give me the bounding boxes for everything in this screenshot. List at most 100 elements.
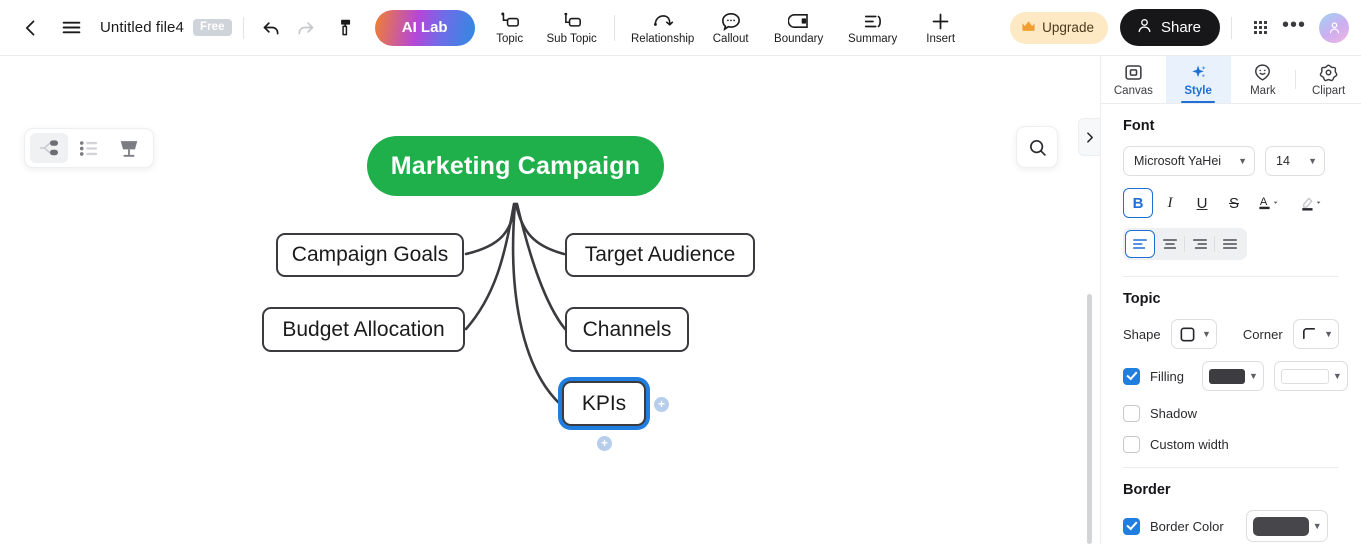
border-color-checkbox[interactable]	[1123, 517, 1140, 535]
svg-text:A: A	[1260, 196, 1268, 208]
border-section: Border Border Color ▼ Weight ▼	[1101, 468, 1361, 544]
italic-button[interactable]: I	[1155, 188, 1185, 218]
tool-relationship[interactable]: Relationship	[626, 6, 700, 52]
fill-color-select[interactable]: ▼	[1201, 361, 1264, 392]
text-align-group	[1123, 228, 1247, 261]
bold-button[interactable]: B	[1123, 188, 1153, 219]
strikethrough-button[interactable]: S	[1219, 188, 1249, 218]
file-title[interactable]: Untitled file4 Free	[100, 19, 232, 36]
sidebar-tabs: Canvas Style Mark Clipart	[1101, 56, 1361, 105]
bold-label: B	[1132, 194, 1144, 212]
tab-canvas-label: Canvas	[1113, 84, 1153, 97]
align-row	[1123, 228, 1339, 261]
format-painter-icon	[340, 19, 350, 35]
shadow-checkbox[interactable]	[1123, 405, 1140, 423]
tab-clipart[interactable]: Clipart	[1296, 56, 1361, 103]
font-format-row: B I U S A	[1123, 188, 1339, 219]
style-panel-body: Font Microsoft YaHei ▼ 14 ▼ B I U S A To…	[1101, 104, 1361, 544]
node-label: Budget Allocation	[282, 317, 445, 341]
tool-callout[interactable]: Callout	[700, 6, 762, 52]
font-color-icon: A	[1259, 196, 1278, 210]
view-mode-switcher	[24, 128, 154, 168]
tool-summary[interactable]: Summary	[836, 6, 910, 52]
tool-callout-label: Callout	[712, 33, 749, 46]
callout-icon	[721, 11, 741, 31]
fill-style-select[interactable]: ▼	[1273, 361, 1348, 392]
mindmap-node-root[interactable]: Marketing Campaign	[367, 136, 664, 196]
apps-button[interactable]	[1243, 11, 1277, 45]
border-color-select[interactable]: ▼	[1245, 510, 1328, 543]
font-size-value: 14	[1276, 154, 1290, 169]
topic-icon	[500, 11, 520, 31]
corner-select[interactable]: ▼	[1292, 319, 1339, 350]
align-left-button[interactable]	[1125, 230, 1155, 259]
mindmap-node-campaign-goals[interactable]: Campaign Goals	[276, 233, 464, 277]
shape-select[interactable]: ▼	[1170, 319, 1217, 350]
format-painter-button[interactable]	[329, 11, 363, 45]
underline-button[interactable]: U	[1187, 188, 1217, 218]
mindmap-node-kpis[interactable]: KPIs	[562, 381, 646, 426]
add-sibling-topic-button[interactable]	[654, 397, 669, 412]
search-button[interactable]	[1016, 126, 1058, 168]
align-right-button[interactable]	[1184, 230, 1215, 258]
font-size-select[interactable]: 14 ▼	[1265, 146, 1325, 177]
tool-sub-topic-label: Sub Topic	[546, 33, 597, 46]
panel-toggle-button[interactable]	[1078, 118, 1100, 156]
custom-width-checkbox[interactable]	[1123, 436, 1140, 454]
align-justify-button[interactable]	[1214, 230, 1245, 258]
presentation-icon	[120, 140, 138, 157]
mindmap-node-budget-allocation[interactable]: Budget Allocation	[262, 307, 465, 352]
tool-sub-topic[interactable]: Sub Topic	[541, 6, 603, 52]
menu-button[interactable]	[54, 11, 88, 45]
chevron-down-icon: ▼	[1238, 156, 1247, 167]
divider	[242, 16, 244, 39]
tab-mark[interactable]: Mark	[1231, 56, 1296, 103]
chevron-right-icon	[1087, 131, 1093, 143]
tab-style[interactable]: Style	[1165, 56, 1231, 104]
add-child-topic-button[interactable]	[597, 436, 612, 451]
chevron-down-icon: ▼	[1202, 329, 1211, 340]
highlight-color-button[interactable]	[1293, 188, 1333, 218]
mindmap-node-target-audience[interactable]: Target Audience	[565, 233, 755, 277]
avatar[interactable]	[1319, 12, 1349, 43]
boundary-icon	[787, 11, 810, 31]
view-mode-mindmap[interactable]	[30, 133, 68, 163]
filling-checkbox[interactable]	[1123, 367, 1140, 385]
align-right-icon	[1192, 239, 1208, 250]
tool-topic-label: Topic	[496, 33, 524, 46]
mindmap-canvas[interactable]: Marketing Campaign Campaign Goals Target…	[0, 56, 1100, 544]
redo-icon	[298, 22, 314, 35]
sparkle-icon	[1191, 65, 1206, 77]
font-family-select[interactable]: Microsoft YaHei ▼	[1123, 146, 1255, 177]
tool-topic[interactable]: Topic	[479, 6, 541, 52]
shape-corner-row: Shape ▼ Corner ▼	[1123, 319, 1339, 350]
tab-canvas[interactable]: Canvas	[1101, 56, 1166, 103]
filling-label: Filling	[1150, 368, 1184, 384]
workspace: Marketing Campaign Campaign Goals Target…	[0, 56, 1361, 544]
tab-mark-label: Mark	[1250, 84, 1276, 97]
ai-lab-button[interactable]: AI Lab	[374, 9, 475, 46]
back-button[interactable]	[14, 11, 48, 45]
corner-radius-icon	[1302, 327, 1315, 340]
more-options-button[interactable]: •••	[1277, 11, 1311, 45]
undo-button[interactable]	[255, 11, 289, 45]
plus-icon	[930, 11, 951, 31]
node-label: Target Audience	[584, 243, 736, 266]
mindmap-connectors	[464, 202, 567, 406]
share-button[interactable]: Share	[1119, 9, 1220, 46]
border-section-title: Border	[1123, 482, 1171, 499]
chevron-down-icon: ▼	[1332, 371, 1342, 382]
font-color-button[interactable]: A	[1251, 188, 1291, 218]
redo-button[interactable]	[289, 11, 323, 45]
style-sidebar: Canvas Style Mark Clipart Font Microsoft…	[1100, 56, 1361, 544]
mindmap-node-channels[interactable]: Channels	[565, 307, 689, 352]
tool-boundary[interactable]: Boundary	[762, 6, 836, 52]
view-mode-slide[interactable]	[110, 133, 148, 163]
custom-width-label: Custom width	[1150, 437, 1229, 453]
tool-insert[interactable]: Insert	[910, 6, 972, 52]
upgrade-button[interactable]: Upgrade	[1010, 11, 1108, 44]
summary-icon	[863, 11, 883, 31]
canvas-vertical-scrollbar[interactable]	[1087, 294, 1092, 544]
align-center-button[interactable]	[1155, 230, 1185, 258]
view-mode-outline[interactable]	[70, 133, 108, 163]
